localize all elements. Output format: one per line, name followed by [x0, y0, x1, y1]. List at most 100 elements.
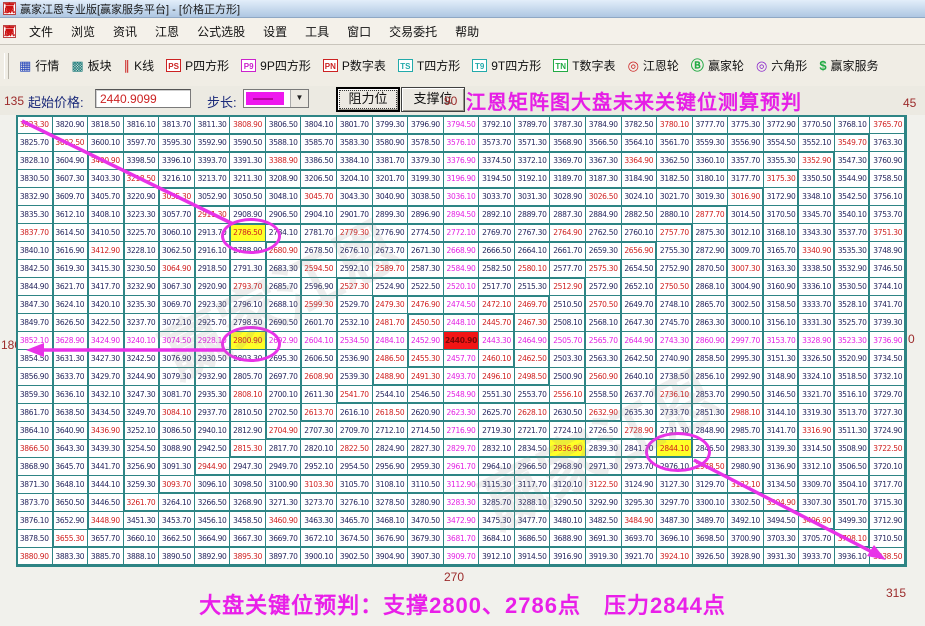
menu-item-帮助[interactable]: 帮助 — [446, 20, 488, 43]
toolbar-label: T四方形 — [417, 57, 460, 74]
hexagon-icon: ◎ — [756, 59, 767, 72]
grid-cell: 3170.50 — [764, 206, 799, 223]
grid-cell: 3266.50 — [195, 494, 230, 511]
grid-cell: 2966.50 — [515, 458, 550, 475]
grid-cell: 3108.10 — [373, 476, 408, 493]
grid-cell: 2798.50 — [230, 314, 265, 331]
angle-label-135: 135 — [4, 94, 24, 108]
menu-item-浏览[interactable]: 浏览 — [62, 20, 104, 43]
title-bar: 赢 赢家江恩专业版[赢家服务平台] - [价格正方形] — [0, 0, 925, 18]
grid-cell: 3506.50 — [835, 458, 870, 475]
grid-cell: 3897.70 — [266, 548, 301, 565]
grid-cell: 3811.30 — [195, 116, 230, 133]
grid-cell: 2918.50 — [195, 260, 230, 277]
grid-cell: 3079.30 — [159, 368, 194, 385]
grid-cell: 3686.50 — [515, 530, 550, 547]
grid-cell: 3146.50 — [764, 386, 799, 403]
grid-cell: 3168.10 — [764, 224, 799, 241]
menu-item-设置[interactable]: 设置 — [254, 20, 296, 43]
toolbar-button-K线[interactable]: ∥K线 — [118, 54, 161, 77]
grid-cell: 3052.90 — [195, 188, 230, 205]
toolbar-button-行情[interactable]: ▦行情 — [13, 54, 65, 77]
grid-cell: 2700.10 — [266, 386, 301, 403]
toolbar-button-T数字表[interactable]: TNT数字表 — [547, 54, 621, 77]
menu-item-窗口[interactable]: 窗口 — [338, 20, 380, 43]
start-price-input[interactable] — [95, 89, 191, 108]
grid-cell: 3165.70 — [764, 242, 799, 259]
grid-cell: 2935.30 — [195, 386, 230, 403]
grid-cell: 3220.90 — [124, 188, 159, 205]
grid-cell: 2971.30 — [586, 458, 621, 475]
menu-item-公式选股[interactable]: 公式选股 — [188, 20, 254, 43]
grid-cell: 3057.70 — [159, 206, 194, 223]
grid-cell: 2560.90 — [586, 368, 621, 385]
grid-cell: 3417.70 — [88, 278, 123, 295]
grid-cell: 3446.50 — [88, 494, 123, 511]
grid-cell: 3420.10 — [88, 296, 123, 313]
grid-cell: 2553.70 — [515, 386, 550, 403]
grid-cell: 2904.10 — [301, 206, 336, 223]
toolbar-button-9T四方形[interactable]: T99T四方形 — [466, 54, 547, 77]
grid-cell: 3415.30 — [88, 260, 123, 277]
key-levels-summary: 大盘关键位预判：支撑2800、2786点 压力2844点 — [0, 588, 925, 620]
grid-cell: 2635.30 — [622, 404, 657, 421]
grid-cell: 3561.70 — [657, 134, 692, 151]
grid-cell: 3074.50 — [159, 332, 194, 349]
grid-cell: 3472.90 — [444, 512, 479, 529]
grid-cell: 2491.30 — [408, 368, 443, 385]
menu-item-交易委托[interactable]: 交易委托 — [380, 20, 446, 43]
grid-cell: 2455.30 — [408, 350, 443, 367]
toolbar-button-赢家轮[interactable]: Ⓑ赢家轮 — [685, 54, 750, 77]
grid-cell: 3840.10 — [17, 242, 52, 259]
grid-cell: 3031.30 — [515, 188, 550, 205]
menu-item-工具[interactable]: 工具 — [296, 20, 338, 43]
grid-cell: 2606.50 — [301, 350, 336, 367]
toolbar-label: 9P四方形 — [260, 57, 311, 74]
toolbar-button-赢家服务[interactable]: $赢家服务 — [813, 54, 884, 77]
toolbar-button-江恩轮[interactable]: ◎江恩轮 — [622, 54, 685, 77]
grid-cell: 2541.70 — [337, 386, 372, 403]
grid-cell: 3751.30 — [870, 224, 905, 241]
grid-cell: 3196.90 — [444, 170, 479, 187]
menu-item-资讯[interactable]: 资讯 — [104, 20, 146, 43]
grid-cell: 3050.50 — [230, 188, 265, 205]
grid-cell: 3100.90 — [266, 476, 301, 493]
grid-cell: 3424.90 — [88, 332, 123, 349]
grid-cell: 2570.50 — [586, 296, 621, 313]
menu-item-江恩[interactable]: 江恩 — [146, 20, 188, 43]
grid-cell: 2721.70 — [515, 422, 550, 439]
grid-cell: 2973.70 — [622, 458, 657, 475]
toolbar-button-板块[interactable]: ▩板块 — [65, 54, 117, 77]
toolbar-button-P数字表[interactable]: PNP数字表 — [317, 54, 392, 77]
grid-cell: 2572.90 — [586, 278, 621, 295]
toolbar-separator — [4, 53, 9, 79]
menu-item-文件[interactable]: 文件 — [20, 20, 62, 43]
grid-cell: 3729.70 — [870, 386, 905, 403]
toolbar-label: 六角形 — [771, 57, 807, 74]
grid-cell: 2894.50 — [444, 206, 479, 223]
grid-cell: 3256.90 — [124, 458, 159, 475]
toolbar-button-六角形[interactable]: ◎ 六角形 — [750, 54, 813, 77]
step-combobox[interactable]: ▼ — [243, 89, 309, 108]
grid-cell: 2640.10 — [622, 368, 657, 385]
grid-cell: 2992.90 — [728, 368, 763, 385]
grid-cell: 3223.30 — [124, 206, 159, 223]
chevron-down-icon[interactable]: ▼ — [290, 90, 308, 107]
toolbar-button-T四方形[interactable]: TST四方形 — [392, 54, 466, 77]
grid-cell: 2968.90 — [550, 458, 585, 475]
grid-cell: 3086.50 — [159, 422, 194, 439]
grid-cell: 3873.70 — [17, 494, 52, 511]
grid-cell: 2896.90 — [408, 206, 443, 223]
grid-cell: 3837.70 — [17, 224, 52, 241]
grid-cell: 2827.30 — [408, 440, 443, 457]
grid-cell: 2714.50 — [408, 422, 443, 439]
grid-cell: 3660.10 — [124, 530, 159, 547]
grid-cell: 2860.90 — [693, 332, 728, 349]
grid-cell: 2834.50 — [515, 440, 550, 457]
resistance-button[interactable]: 阻力位 — [336, 87, 400, 112]
grid-cell: 2736.10 — [657, 386, 692, 403]
toolbar-button-P四方形[interactable]: PSP四方形 — [160, 54, 235, 77]
grid-cell: 3386.50 — [301, 152, 336, 169]
toolbar-button-9P四方形[interactable]: P99P四方形 — [235, 54, 317, 77]
grid-cell: 3904.90 — [373, 548, 408, 565]
